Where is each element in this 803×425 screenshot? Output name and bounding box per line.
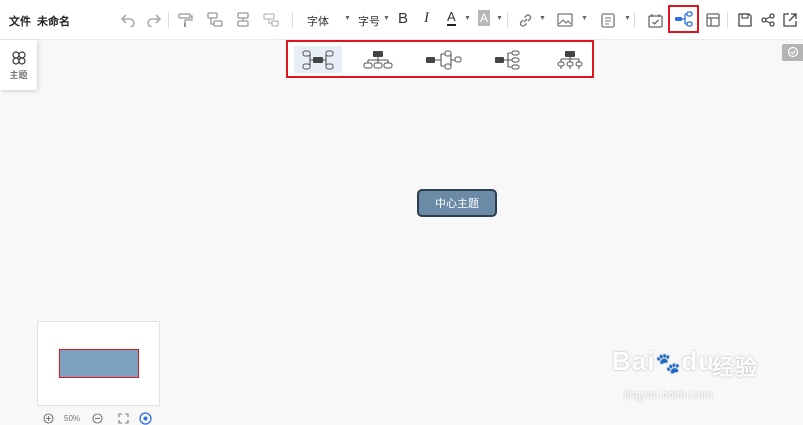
toolbar-divider bbox=[168, 12, 169, 28]
undo-icon[interactable] bbox=[118, 10, 138, 30]
org-chart-layout-icon bbox=[363, 50, 393, 68]
check-circle-icon bbox=[787, 46, 799, 58]
toolbar-divider bbox=[292, 12, 293, 28]
toolbar-divider bbox=[634, 12, 635, 28]
tree-both-layout-icon bbox=[426, 50, 462, 69]
structure-button[interactable] bbox=[668, 5, 699, 33]
watermark-logo: Bai🐾du bbox=[612, 346, 716, 376]
layout-mind-map-option[interactable] bbox=[294, 46, 342, 73]
link-icon[interactable] bbox=[515, 10, 535, 30]
locate-center-icon[interactable] bbox=[139, 412, 152, 425]
save-icon[interactable] bbox=[735, 10, 755, 30]
watermark-jingyan: 经验 bbox=[712, 355, 759, 380]
zoom-in-icon[interactable] bbox=[43, 413, 54, 424]
mind-map-layout-icon bbox=[302, 50, 334, 69]
collapse-panel-tab[interactable] bbox=[782, 44, 803, 61]
redo-icon[interactable] bbox=[144, 10, 164, 30]
insert-child-icon[interactable] bbox=[233, 10, 253, 30]
chevron-down-icon[interactable]: ▼ bbox=[383, 15, 390, 22]
zoom-out-icon[interactable] bbox=[92, 413, 103, 424]
outline-icon[interactable] bbox=[703, 10, 723, 30]
image-icon[interactable] bbox=[555, 10, 575, 30]
toolbar-divider bbox=[507, 12, 508, 28]
chevron-down-icon[interactable]: ▼ bbox=[539, 15, 546, 22]
chevron-down-icon[interactable]: ▼ bbox=[344, 15, 351, 22]
layout-logic-right-option[interactable] bbox=[484, 46, 532, 73]
italic-button[interactable]: I bbox=[424, 10, 429, 27]
zoom-level: 50% bbox=[64, 414, 81, 423]
insert-sibling-icon[interactable] bbox=[205, 10, 225, 30]
export-icon[interactable] bbox=[780, 10, 800, 30]
baidu-watermark: Bai🐾du 经验 jingyan.baidu.com bbox=[612, 346, 802, 406]
theme-panel[interactable]: 主题 bbox=[0, 40, 37, 90]
highlight-color-button[interactable]: A bbox=[478, 10, 491, 26]
zoom-controls: 50% bbox=[40, 412, 180, 425]
document-title[interactable]: 未命名 bbox=[37, 13, 70, 29]
font-family-select[interactable]: 字体 bbox=[307, 13, 329, 29]
share-icon[interactable] bbox=[758, 10, 778, 30]
theme-label: 主题 bbox=[9, 70, 28, 80]
watermark-url: jingyan.baidu.com bbox=[624, 389, 713, 401]
logic-right-layout-icon bbox=[495, 50, 520, 69]
clover-icon bbox=[11, 51, 26, 65]
top-toolbar: 文件 未命名 字体 ▼ 字号 ▼ B I A ▼ A ▼ ▼ ▼ ▼ bbox=[0, 0, 803, 40]
layout-tree-both-option[interactable] bbox=[420, 46, 468, 73]
org-chart-alt-layout-icon bbox=[557, 50, 583, 69]
file-menu[interactable]: 文件 bbox=[9, 13, 31, 29]
font-size-select[interactable]: 字号 bbox=[358, 13, 380, 29]
central-topic-node[interactable]: 中心主题 bbox=[417, 189, 497, 217]
structure-icon bbox=[674, 11, 693, 27]
chevron-down-icon[interactable]: ▼ bbox=[464, 15, 471, 22]
minimap-viewport[interactable] bbox=[59, 349, 139, 378]
note-icon[interactable] bbox=[598, 10, 618, 30]
format-painter-icon[interactable] bbox=[175, 10, 195, 30]
structure-layout-bar bbox=[286, 40, 594, 78]
task-icon[interactable] bbox=[645, 10, 665, 30]
toolbar-divider bbox=[727, 12, 728, 28]
bold-button[interactable]: B bbox=[398, 10, 408, 27]
insert-parent-icon[interactable] bbox=[261, 10, 281, 30]
font-color-button[interactable]: A bbox=[447, 10, 456, 26]
chevron-down-icon[interactable]: ▼ bbox=[581, 15, 588, 22]
fit-screen-icon[interactable] bbox=[118, 413, 129, 424]
layout-org-chart-alt-option[interactable] bbox=[546, 46, 594, 73]
chevron-down-icon[interactable]: ▼ bbox=[496, 15, 503, 22]
layout-org-chart-option[interactable] bbox=[354, 46, 402, 73]
minimap[interactable] bbox=[37, 321, 160, 406]
chevron-down-icon[interactable]: ▼ bbox=[624, 15, 631, 22]
